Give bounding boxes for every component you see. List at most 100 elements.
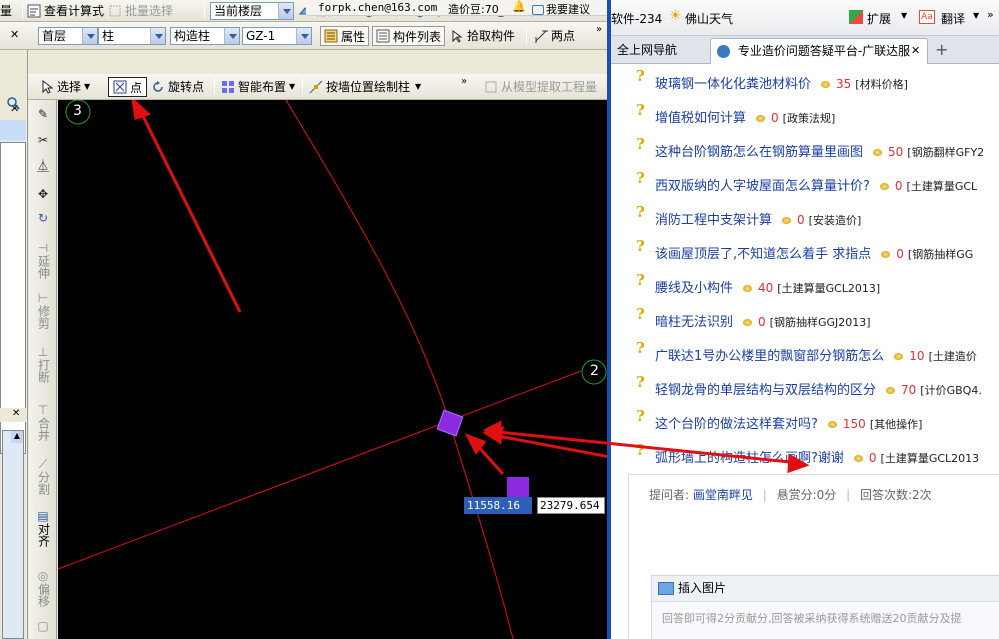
question-title-link[interactable]: 弧形墙上的构造柱怎么画啊?谢谢 0 [土建算量GCL2013 xyxy=(655,447,979,466)
question-title-link[interactable]: 消防工程中支架计算 0 [安装造价] xyxy=(655,209,861,228)
chevron-down-icon[interactable]: ▼ xyxy=(901,11,907,20)
placed-column-marker[interactable] xyxy=(436,409,464,437)
split-button[interactable]: ⟋ 分割 xyxy=(33,458,53,498)
point-button[interactable]: 点 xyxy=(108,77,148,97)
toolbar-overflow-icon[interactable]: » xyxy=(596,24,602,35)
axis-line-2[interactable] xyxy=(58,370,582,570)
extend-label: 延伸 xyxy=(36,255,51,279)
batch-select-button[interactable]: 批量选择 xyxy=(108,0,173,21)
align-button[interactable]: ▤ 对齐 xyxy=(33,510,53,550)
question-row[interactable]: ? 这种台阶钢筋怎么在钢筋算量里画图 50 [钢筋翻样GFY2 xyxy=(611,132,999,166)
question-title-link[interactable]: 这种台阶钢筋怎么在钢筋算量里画图 50 [钢筋翻样GFY2 xyxy=(655,141,984,160)
floor-select[interactable]: 首层 xyxy=(38,27,98,45)
pencil-icon[interactable]: ✎ xyxy=(33,108,53,121)
extend-button[interactable]: ⊣ 延伸 xyxy=(33,242,53,282)
extensions-button[interactable]: 扩展 xyxy=(867,10,891,27)
question-title-link[interactable]: 西双版纳的人字坡屋面怎么算量计价? 0 [土建算量GCL xyxy=(655,175,977,194)
tree-item-selected[interactable] xyxy=(0,120,26,140)
property-list[interactable]: ▲ xyxy=(2,430,24,639)
scissors-icon[interactable]: ✂ xyxy=(33,134,53,147)
pick-element-button[interactable]: 拾取构件 xyxy=(450,22,515,49)
question-row[interactable]: ? 暗柱无法识别 0 [钢筋抽样GGJ2013] xyxy=(611,302,999,336)
tab-navigation[interactable]: 全上网导航 xyxy=(611,38,707,64)
wall-layout-button[interactable]: 按墙位置绘制柱 ▼ xyxy=(309,74,421,99)
view-formula-button[interactable]: 查看计算式 xyxy=(27,0,104,21)
merge-button[interactable]: ⊤ 合并 xyxy=(33,404,53,444)
bookmark-software[interactable]: 软件-234 xyxy=(611,10,662,27)
smart-layout-button[interactable]: 智能布置 ▼ xyxy=(221,74,295,99)
overflow-icon[interactable]: » xyxy=(987,8,994,21)
question-title-link[interactable]: 这个台阶的做法这样套对吗? 150 [其他操作] xyxy=(655,413,922,432)
question-row[interactable]: ? 玻璃钢一体化化粪池材料价 35 [材料价格] xyxy=(611,64,999,98)
drawing-canvas[interactable]: 3 2 11558.16 23279.654 xyxy=(58,100,608,639)
question-mark-icon: ? xyxy=(636,271,645,289)
translate-icon: Aa xyxy=(919,10,935,24)
search-icon[interactable] xyxy=(6,96,20,110)
properties-button[interactable]: 属性 xyxy=(320,26,370,46)
question-title-link[interactable]: 该画屋顶层了,不知道怎么着手 求指点 0 [钢筋抽样GG xyxy=(655,243,973,262)
question-category: [政策法规] xyxy=(782,112,836,125)
question-title: 玻璃钢一体化化粪池材料价 xyxy=(655,77,812,92)
extract-from-model-button[interactable]: 从模型提取工程量 xyxy=(484,74,597,99)
question-title-link[interactable]: 腰线及小构件 40 [土建算量GCL2013] xyxy=(655,277,880,296)
coordinate-y-input[interactable]: 23279.654 xyxy=(537,497,605,514)
element-subtype-value: 构造柱 xyxy=(174,29,211,43)
two-points-button[interactable]: 两点 xyxy=(534,22,575,49)
break-button[interactable]: ⊥ 打断 xyxy=(33,346,53,386)
two-points-label: 两点 xyxy=(551,29,576,43)
question-title-link[interactable]: 广联达1号办公楼里的飘窗部分钢筋怎么 10 [土建造价 xyxy=(655,345,977,364)
reward-points: 悬赏分:0分 xyxy=(776,488,837,502)
scroll-up-icon[interactable]: ▲ xyxy=(11,431,23,443)
asker-name-link[interactable]: 画堂南畔见 xyxy=(693,488,753,502)
bell-icon[interactable]: 🔔 xyxy=(512,0,526,13)
trim-button[interactable]: ⊢ 修剪 xyxy=(33,292,53,332)
question-row[interactable]: ? 弧形墙上的构造柱怎么画啊?谢谢 0 [土建算量GCL2013 xyxy=(611,438,999,472)
element-name-select[interactable]: GZ-1 xyxy=(242,27,312,45)
align-label: 对齐 xyxy=(36,523,51,547)
select-button[interactable]: 选择 ▼ xyxy=(40,74,90,99)
current-floor-select[interactable]: 当前楼层 xyxy=(210,2,294,20)
new-tab-icon[interactable]: + xyxy=(935,40,948,59)
element-type-select[interactable]: 柱 xyxy=(98,27,166,45)
rotate-point-button[interactable]: 旋转点 xyxy=(151,74,204,99)
answer-editor[interactable]: 插入图片 回答即可得2分贡献分,回答被采纳获得系统赠送20贡献分及提 xyxy=(651,575,999,639)
panel-close-icon[interactable]: ✕ xyxy=(10,28,19,41)
toolbar-overflow-icon[interactable]: » xyxy=(461,76,467,87)
properties-label: 属性 xyxy=(341,29,366,44)
current-floor-value: 当前楼层 xyxy=(214,4,263,18)
question-row[interactable]: ? 消防工程中支架计算 0 [安装造价] xyxy=(611,200,999,234)
bookmark-weather[interactable]: 佛山天气 xyxy=(685,10,733,27)
coordinate-x-input[interactable]: 11558.16 xyxy=(464,497,532,514)
question-row[interactable]: ? 广联达1号办公楼里的飘窗部分钢筋怎么 10 [土建造价 xyxy=(611,336,999,370)
account-strip: forpk.chen@163.com 造价豆:70 🔔 我要建议 xyxy=(306,0,608,16)
question-title-link[interactable]: 玻璃钢一体化化粪池材料价 35 [材料价格] xyxy=(655,73,908,92)
question-title: 消防工程中支架计算 xyxy=(655,213,773,228)
tab-qa-platform[interactable]: 专业造价问题答疑平台-广联达服 xyxy=(710,38,928,64)
question-row[interactable]: ? 该画屋顶层了,不知道怎么着手 求指点 0 [钢筋抽样GG xyxy=(611,234,999,268)
question-row[interactable]: ? 轻钢龙骨的单层结构与双层结构的区分 70 [计价GBQ4. xyxy=(611,370,999,404)
more-tools-icon[interactable]: ▢ xyxy=(33,620,53,633)
translate-button[interactable]: 翻译 xyxy=(941,10,965,27)
question-category: [土建算量GCL xyxy=(906,180,978,193)
chevron-down-icon[interactable]: ▼ xyxy=(973,11,979,20)
question-title-link[interactable]: 轻钢龙骨的单层结构与双层结构的区分 70 [计价GBQ4. xyxy=(655,379,982,398)
question-row[interactable]: ? 增值税如何计算 0 [政策法规] xyxy=(611,98,999,132)
asker-label: 提问者: xyxy=(649,488,690,502)
question-row[interactable]: ? 这个台阶的做法这样套对吗? 150 [其他操作] xyxy=(611,404,999,438)
insert-image-button[interactable]: 插入图片 xyxy=(652,576,999,602)
question-title: 腰线及小构件 xyxy=(655,281,734,296)
tab-close-icon[interactable]: ✕ xyxy=(911,44,921,57)
mirror-icon[interactable]: ⏅ xyxy=(33,160,53,173)
question-row[interactable]: ? 腰线及小构件 40 [土建算量GCL2013] xyxy=(611,268,999,302)
question-title-link[interactable]: 增值税如何计算 0 [政策法规] xyxy=(655,107,835,126)
toolbar-item-quantity[interactable]: 量 xyxy=(0,0,12,21)
question-title-link[interactable]: 暗柱无法识别 0 [钢筋抽样GGJ2013] xyxy=(655,311,871,330)
arc-wall-line[interactable] xyxy=(285,100,514,639)
element-list-button[interactable]: 构件列表 xyxy=(372,26,446,46)
suggest-button[interactable]: 我要建议 xyxy=(532,1,590,17)
move-icon[interactable]: ✥ xyxy=(33,188,53,201)
question-row[interactable]: ? 西双版纳的人字坡屋面怎么算量计价? 0 [土建算量GCL xyxy=(611,166,999,200)
rotate-icon[interactable]: ↻ xyxy=(33,212,53,225)
element-subtype-select[interactable]: 构造柱 xyxy=(170,27,240,45)
offset-button[interactable]: ◎ 偏移 xyxy=(33,570,53,610)
